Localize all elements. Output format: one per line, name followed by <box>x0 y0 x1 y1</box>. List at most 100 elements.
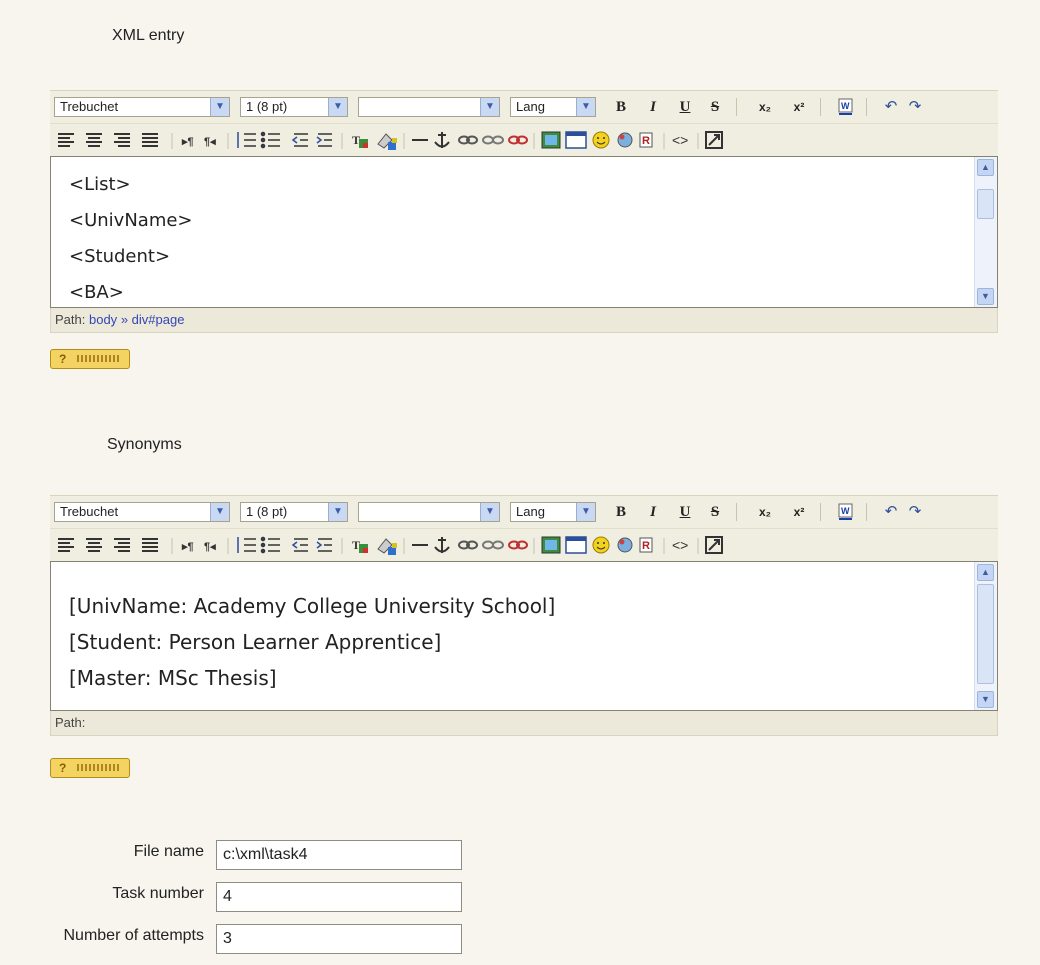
special-char-icon <box>617 537 633 553</box>
synonym-line: [Student: Person Learner Apprentice] <box>69 630 442 654</box>
underline-button[interactable]: U <box>676 501 694 523</box>
background-color-icon <box>377 538 397 555</box>
xml-line: <List> <box>69 174 131 195</box>
path-label: Path: <box>55 715 86 730</box>
font-size-select[interactable]: 1 (8 pt) ▼ <box>240 97 348 117</box>
paste-word-button[interactable]: W <box>836 96 856 118</box>
insert-image-icon <box>541 131 561 149</box>
outdent-icon <box>291 538 308 552</box>
subscript-button[interactable]: x₂ <box>756 501 774 523</box>
align-right-icon <box>114 133 130 147</box>
toolbar-row-2-icons: ▸¶ ¶◂ T R <> <box>58 536 723 555</box>
fullscreen-icon <box>705 131 723 149</box>
chevron-down-icon: ▼ <box>210 503 229 521</box>
chevron-down-icon: ▼ <box>480 503 499 521</box>
chevron-down-icon: ▼ <box>210 98 229 116</box>
background-color-icon <box>377 133 397 150</box>
align-left-icon <box>58 538 74 552</box>
paragraph-style-select[interactable]: ▼ <box>358 97 500 117</box>
unordered-list-icon <box>260 536 280 554</box>
toolbar-separator <box>866 503 867 521</box>
help-button[interactable]: ? <box>50 349 130 369</box>
scroll-thumb[interactable] <box>977 584 994 684</box>
language-value: Lang <box>516 504 545 519</box>
redo-button[interactable]: ↷ <box>906 501 924 523</box>
help-question-mark: ? <box>59 761 67 775</box>
italic-button[interactable]: I <box>644 501 662 523</box>
font-size-select[interactable]: 1 (8 pt) ▼ <box>240 502 348 522</box>
indent-icon <box>316 133 332 147</box>
strikethrough-button[interactable]: S <box>706 501 724 523</box>
anchor-icon <box>434 537 450 553</box>
font-family-select[interactable]: Trebuchet ▼ <box>54 502 230 522</box>
strikethrough-button[interactable]: S <box>706 96 724 118</box>
scroll-up-button[interactable]: ▲ <box>977 564 994 581</box>
xml-line: <Student> <box>69 246 171 267</box>
paragraph-style-select[interactable]: ▼ <box>358 502 500 522</box>
number-of-attempts-input[interactable]: 3 <box>216 924 462 954</box>
ordered-list-icon <box>237 537 256 553</box>
help-button[interactable]: ? <box>50 758 130 778</box>
redo-button[interactable]: ↷ <box>906 96 924 118</box>
language-select[interactable]: Lang ▼ <box>510 97 596 117</box>
insert-table-icon <box>565 131 587 149</box>
xml-line: <BA> <box>69 282 124 303</box>
font-family-select[interactable]: Trebuchet ▼ <box>54 97 230 117</box>
smiley-icon <box>592 536 610 554</box>
help-icon <box>77 764 121 771</box>
scroll-down-button[interactable]: ▼ <box>977 288 994 305</box>
align-center-icon <box>86 133 102 147</box>
toolbar-separator <box>820 98 821 116</box>
undo-button[interactable]: ↶ <box>882 501 900 523</box>
synonyms-label: Synonyms <box>107 436 182 453</box>
font-size-value: 1 (8 pt) <box>246 504 288 519</box>
italic-button[interactable]: I <box>644 96 662 118</box>
chevron-down-icon: ▼ <box>480 98 499 116</box>
special-char-icon <box>617 132 633 148</box>
editor-toolbar-row-2: ▸¶ ¶◂ T R <> <box>50 123 998 156</box>
bold-button[interactable]: B <box>612 501 630 523</box>
language-select[interactable]: Lang ▼ <box>510 502 596 522</box>
xml-entry-textarea[interactable]: <List> <UnivName> <Student> <BA> ▲ ▼ <box>50 156 998 308</box>
editor-path-bar: Path: body » div#page <box>50 308 998 333</box>
underline-button[interactable]: U <box>676 96 694 118</box>
editor-toolbar-row-2: ▸¶ ¶◂ T R <> <box>50 528 998 561</box>
paste-word-button[interactable]: W <box>836 501 856 523</box>
xml-line: <UnivName> <box>69 210 193 231</box>
scroll-thumb[interactable] <box>977 189 994 219</box>
xml-entry-content: <List> <UnivName> <Student> <BA> <box>69 167 193 311</box>
file-name-input[interactable]: c:\xml\task4 <box>216 840 462 870</box>
superscript-button[interactable]: x² <box>790 96 808 118</box>
smiley-icon <box>592 131 610 149</box>
task-number-label: Task number <box>112 885 204 902</box>
font-family-value: Trebuchet <box>60 99 119 114</box>
toolbar-separator <box>736 98 737 116</box>
synonyms-editor: Trebuchet ▼ 1 (8 pt) ▼ ▼ Lang ▼ B I U S x₂ … <box>50 495 998 736</box>
unordered-list-icon <box>260 131 280 149</box>
path-link-body[interactable]: body <box>89 312 117 327</box>
rtl-icon: ¶◂ <box>204 136 216 148</box>
link-icon <box>458 135 478 145</box>
scroll-up-button[interactable]: ▲ <box>977 159 994 176</box>
font-size-value: 1 (8 pt) <box>246 99 288 114</box>
chevron-down-icon: ▼ <box>576 98 595 116</box>
html-source-icon: <> <box>672 132 688 148</box>
vertical-scrollbar[interactable]: ▲ ▼ <box>974 157 997 307</box>
justify-icon <box>142 538 158 552</box>
xml-entry-label: XML entry <box>112 27 185 44</box>
xml-entry-editor: Trebuchet ▼ 1 (8 pt) ▼ ▼ Lang ▼ B I U S x₂ … <box>50 90 998 333</box>
toolbar-separator <box>736 503 737 521</box>
vertical-scrollbar[interactable]: ▲ ▼ <box>974 562 997 710</box>
task-number-input[interactable]: 4 <box>216 882 462 912</box>
align-right-icon <box>114 538 130 552</box>
undo-button[interactable]: ↶ <box>882 96 900 118</box>
bold-button[interactable]: B <box>612 96 630 118</box>
path-link-div[interactable]: div#page <box>132 312 185 327</box>
subscript-button[interactable]: x₂ <box>756 96 774 118</box>
superscript-button[interactable]: x² <box>790 501 808 523</box>
editor-toolbar-row-1: Trebuchet ▼ 1 (8 pt) ▼ ▼ Lang ▼ B I U S x₂ … <box>50 495 998 528</box>
synonyms-textarea[interactable]: [UnivName: Academy College University Sc… <box>50 561 998 711</box>
align-left-icon <box>58 133 74 147</box>
text-color-icon: T <box>352 538 368 553</box>
scroll-down-button[interactable]: ▼ <box>977 691 994 708</box>
